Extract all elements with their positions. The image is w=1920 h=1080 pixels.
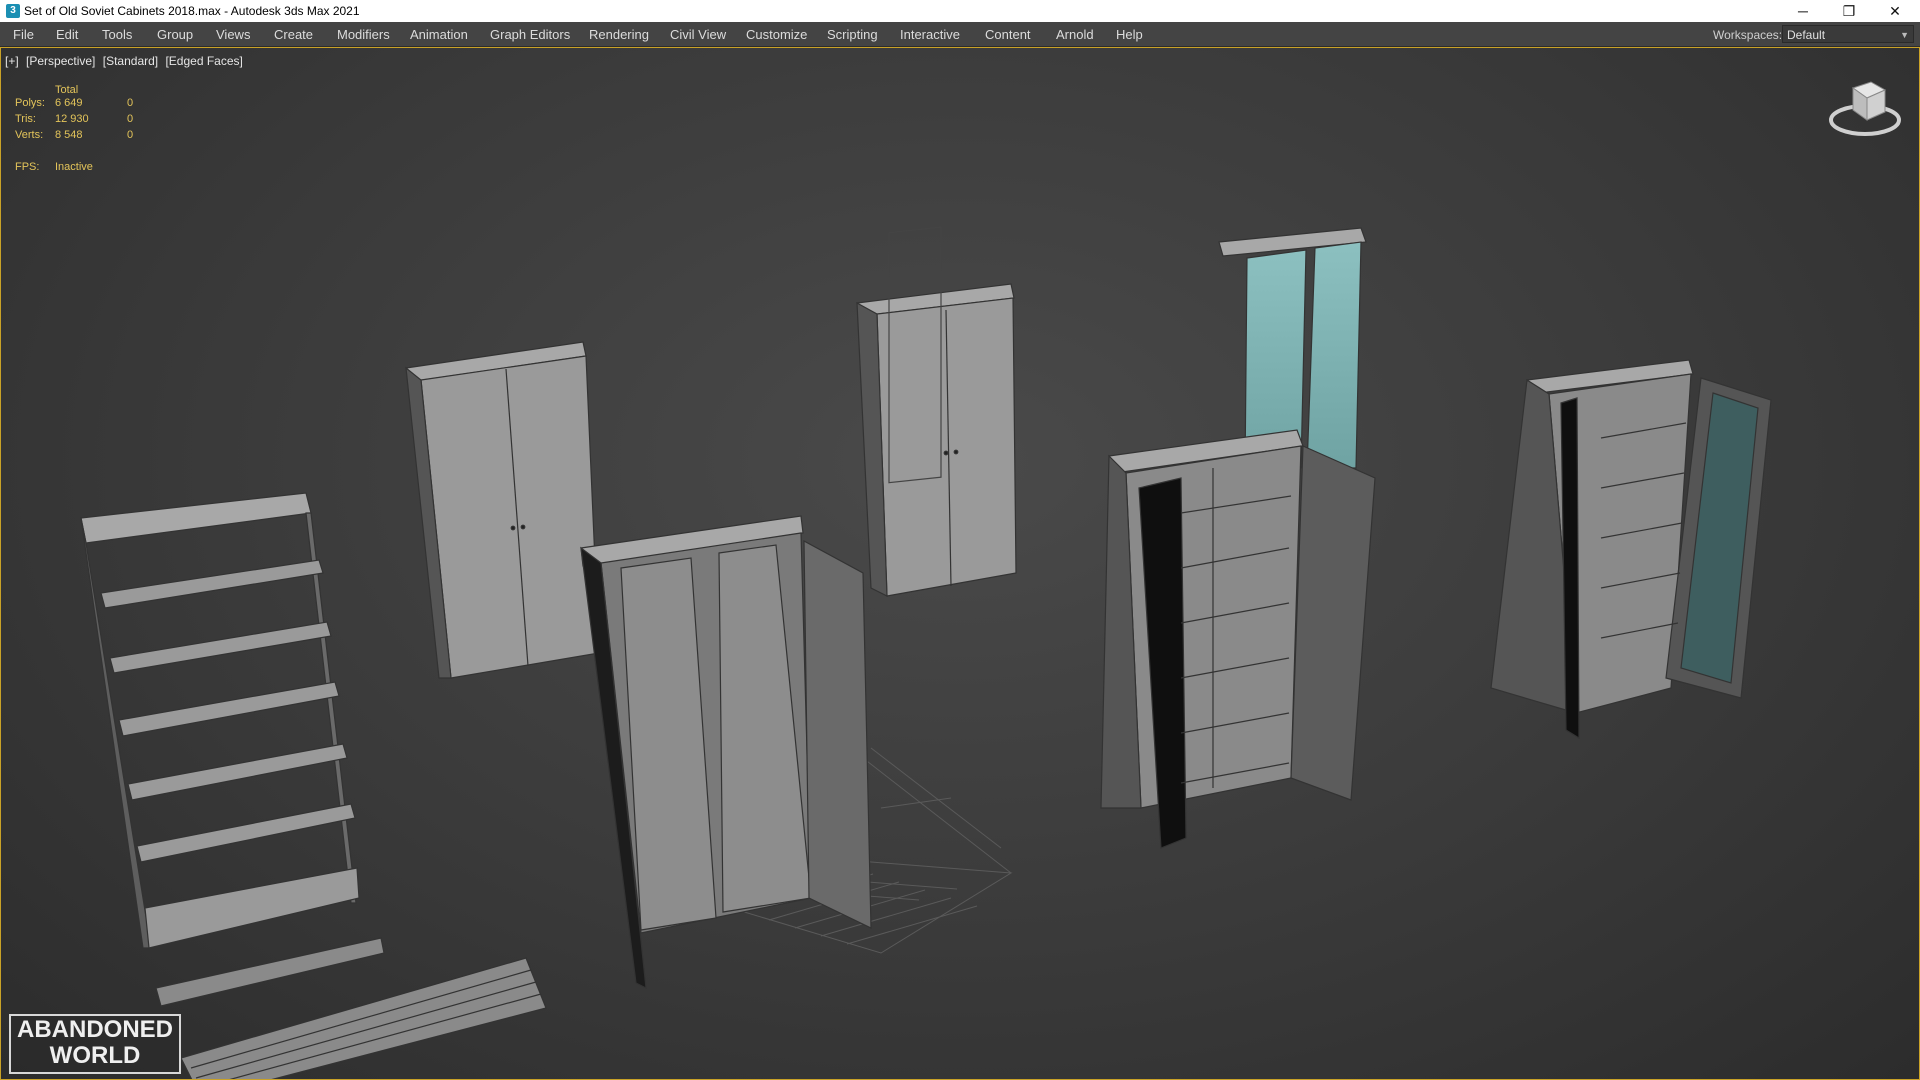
viewport-menu-plus[interactable]: [+] (5, 54, 19, 68)
menu-tools[interactable]: Tools (102, 27, 132, 42)
viewport-display-label[interactable]: [Edged Faces] (165, 54, 242, 68)
title-bar: 3 Set of Old Soviet Cabinets 2018.max - … (0, 0, 1920, 22)
menu-bar: File Edit Tools Group Views Create Modif… (0, 22, 1920, 47)
menu-create[interactable]: Create (274, 27, 313, 42)
stats-polys-label: Polys: (15, 97, 45, 109)
close-button[interactable]: ✕ (1872, 0, 1918, 22)
stats-polys-total: 6 649 (55, 97, 83, 109)
stats-verts-total: 8 548 (55, 129, 83, 141)
3ds-max-icon[interactable]: 3 (6, 4, 20, 18)
perspective-viewport[interactable]: [+] [Perspective] [Standard] [Edged Face… (0, 47, 1920, 1080)
chevron-down-icon: ▼ (1900, 30, 1909, 40)
open-cabinet-center (580, 515, 872, 990)
stats-verts-label: Verts: (15, 129, 44, 141)
menu-graph-editors[interactable]: Graph Editors (490, 27, 570, 42)
viewport-view-label[interactable]: [Perspective] (26, 54, 95, 68)
menu-edit[interactable]: Edit (56, 27, 78, 42)
menu-views[interactable]: Views (216, 27, 250, 42)
menu-file[interactable]: File (13, 27, 34, 42)
menu-civil-view[interactable]: Civil View (670, 27, 726, 42)
stats-tris-label: Tris: (15, 113, 36, 125)
stats-header: Total (55, 84, 79, 96)
menu-rendering[interactable]: Rendering (589, 27, 649, 42)
menu-content[interactable]: Content (985, 27, 1031, 42)
stats-polys-selected: 0 (127, 97, 134, 109)
viewcube-icon[interactable] (1827, 78, 1903, 142)
abandoned-world-logo: ABANDONED WORLD (9, 1014, 181, 1074)
stats-tris-selected: 0 (127, 113, 134, 125)
workspaces-label: Workspaces: (1713, 28, 1783, 42)
logo-line1: ABANDONED (17, 1016, 173, 1043)
window-title: Set of Old Soviet Cabinets 2018.max - Au… (24, 4, 360, 18)
menu-group[interactable]: Group (157, 27, 193, 42)
restore-button[interactable]: ❐ (1826, 0, 1872, 22)
menu-customize[interactable]: Customize (746, 27, 807, 42)
stats-fps-label: FPS: (15, 161, 40, 173)
menu-interactive[interactable]: Interactive (900, 27, 960, 42)
stats-tris-total: 12 930 (55, 113, 89, 125)
minimize-button[interactable]: ─ (1780, 0, 1826, 22)
viewport-shading-label[interactable]: [Standard] (103, 54, 158, 68)
closed-cabinet-tall (856, 226, 1017, 597)
stats-fps-value: Inactive (55, 161, 93, 173)
open-cabinet-shelves (1100, 429, 1376, 849)
menu-modifiers[interactable]: Modifiers (337, 27, 390, 42)
menu-arnold[interactable]: Arnold (1056, 27, 1094, 42)
closed-cabinet-left (405, 341, 600, 679)
menu-scripting[interactable]: Scripting (827, 27, 878, 42)
open-cabinet-glass-door (1490, 359, 1772, 740)
menu-help[interactable]: Help (1116, 27, 1143, 42)
workspaces-dropdown[interactable]: Default ▼ (1782, 25, 1914, 43)
scene-geometry (80, 226, 1772, 1079)
logo-line2: WORLD (49, 1042, 141, 1069)
stats-verts-selected: 0 (127, 129, 134, 141)
menu-animation[interactable]: Animation (410, 27, 468, 42)
viewport-label[interactable]: [+] [Perspective] [Standard] [Edged Face… (5, 54, 247, 68)
workspaces-value: Default (1787, 28, 1826, 42)
